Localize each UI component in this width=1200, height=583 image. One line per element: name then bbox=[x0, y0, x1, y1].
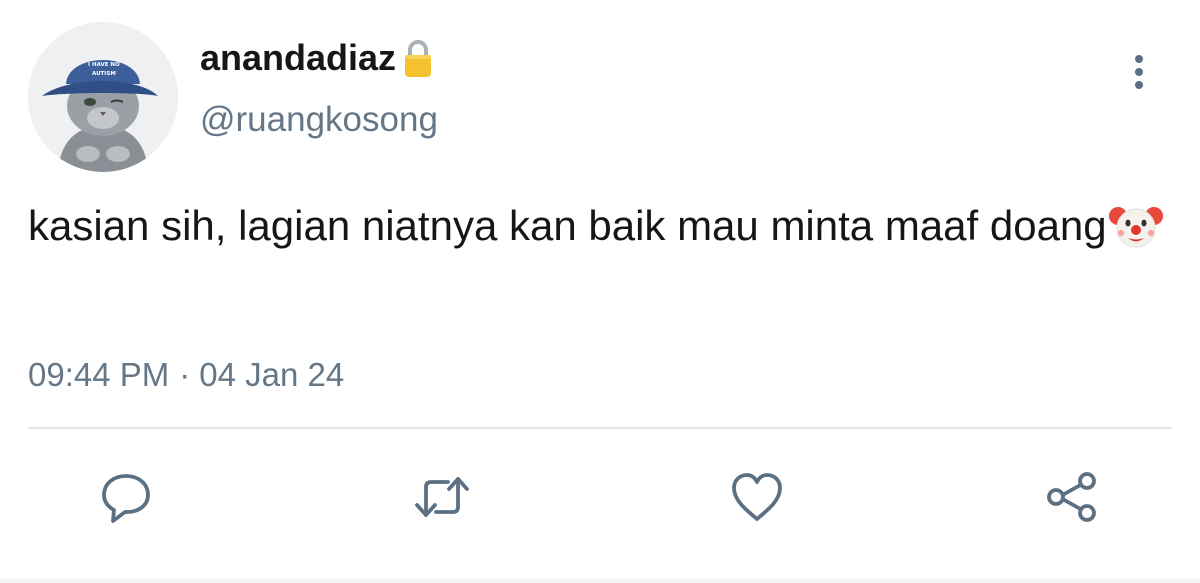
tweet-time: 09:44 PM bbox=[28, 356, 170, 393]
tweet-timestamp[interactable]: 09:44 PM · 04 Jan 24 bbox=[28, 350, 344, 400]
like-button[interactable] bbox=[725, 465, 789, 529]
display-name[interactable]: anandadiaz bbox=[200, 36, 396, 80]
retweet-button[interactable] bbox=[410, 465, 474, 529]
reply-button[interactable] bbox=[94, 465, 158, 529]
cap-text-line-2: AUTISM bbox=[92, 71, 116, 77]
heart-icon bbox=[732, 473, 782, 521]
display-name-row[interactable]: anandadiaz bbox=[200, 36, 436, 80]
avatar-cat-in-cap-icon: I HAVE NO AUTISM bbox=[28, 22, 178, 172]
lock-icon bbox=[405, 40, 432, 77]
bottom-divider bbox=[0, 579, 1200, 583]
meta-separator: · bbox=[179, 356, 191, 393]
share-button[interactable] bbox=[1040, 465, 1104, 529]
cap-text-line-1: I HAVE NO bbox=[88, 62, 120, 68]
avatar[interactable]: I HAVE NO AUTISM bbox=[28, 22, 178, 172]
tweet-text: kasian sih, lagian niatnya kan baik mau … bbox=[28, 202, 1107, 249]
tweet-text-block: kasian sih, lagian niatnya kan baik mau … bbox=[28, 197, 1178, 255]
tweet-date: 04 Jan 24 bbox=[199, 356, 345, 393]
retweet-icon bbox=[415, 477, 469, 517]
speech-bubble-icon bbox=[102, 474, 150, 523]
vertical-dots-icon[interactable] bbox=[1124, 50, 1154, 94]
user-handle[interactable]: @ruangkosong bbox=[200, 98, 438, 142]
tweet-card: I HAVE NO AUTISM anandadiaz @ruangkosong… bbox=[0, 0, 1200, 583]
clown-face-icon bbox=[1108, 207, 1163, 248]
divider bbox=[28, 427, 1172, 429]
share-icon bbox=[1047, 472, 1096, 522]
